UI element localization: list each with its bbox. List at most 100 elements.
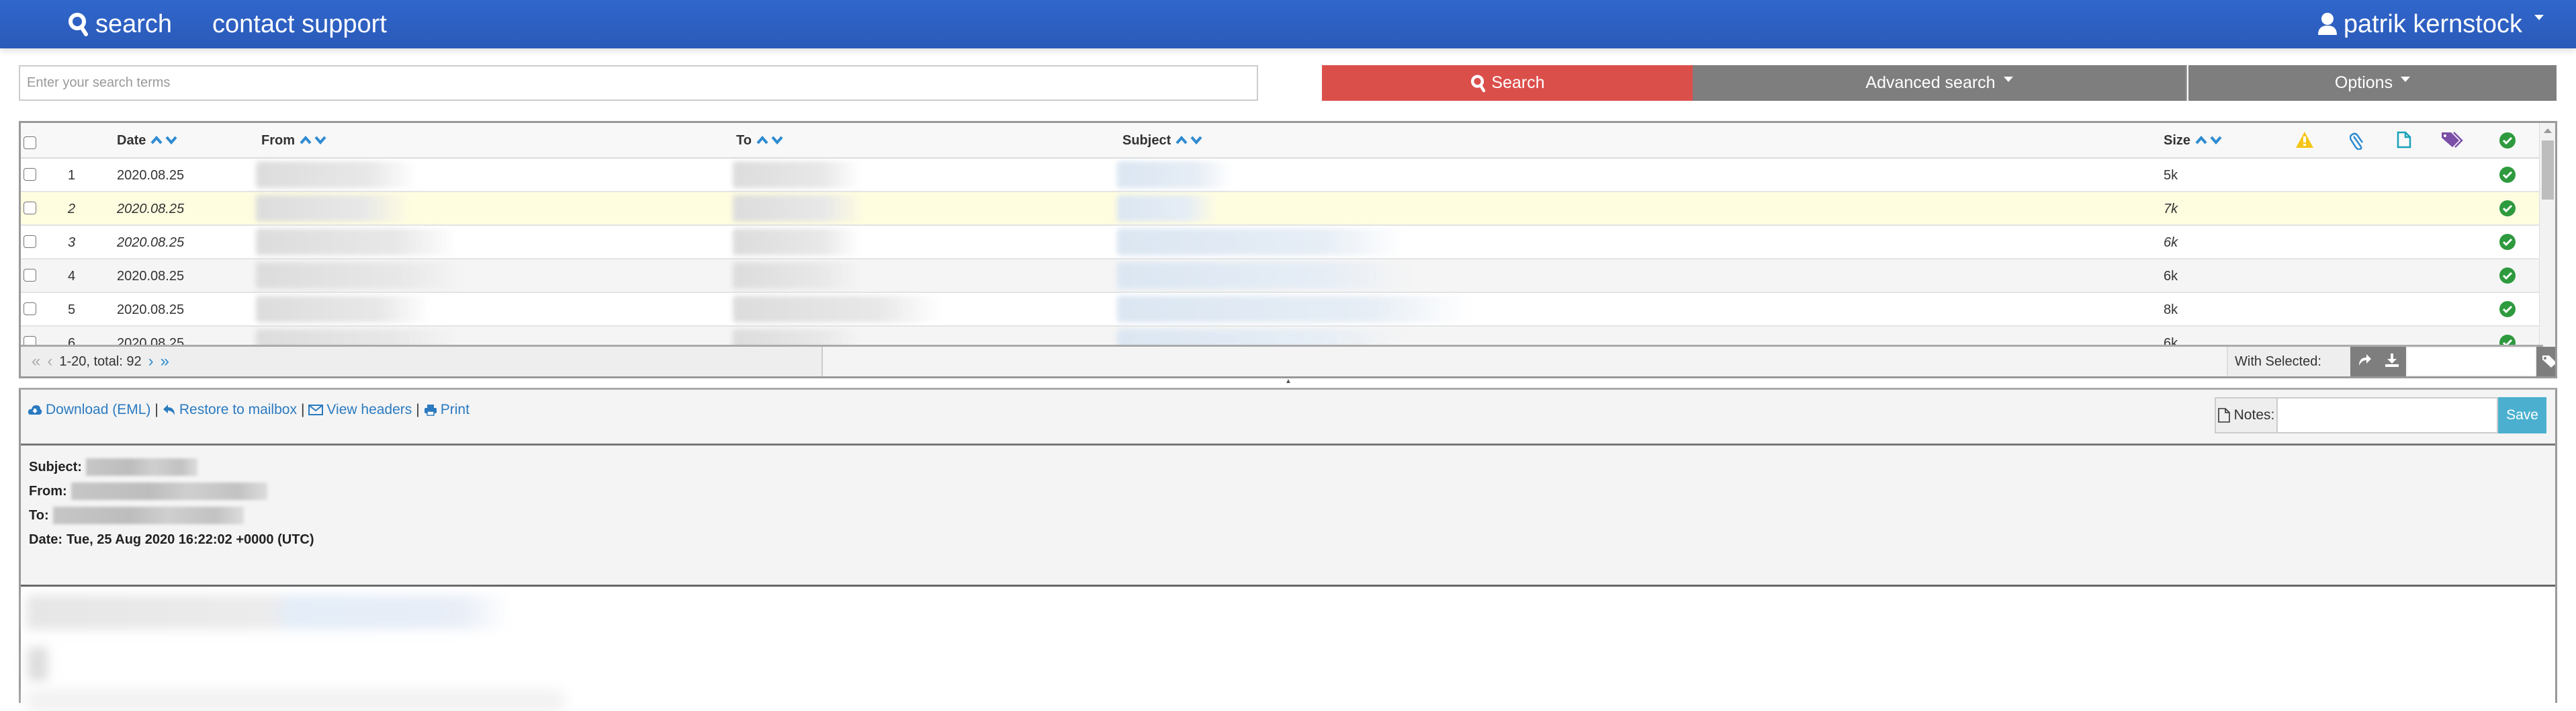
- verified-icon: [2499, 301, 2516, 317]
- row-from-redacted: [256, 262, 464, 289]
- column-date[interactable]: Date: [117, 133, 179, 149]
- message-actions: Download (EML) | Restore to mailbox | Vi…: [28, 402, 470, 418]
- nav-contact-support-link[interactable]: contact support: [212, 0, 387, 48]
- search-icon: [1471, 74, 1486, 92]
- pager-bar: « ‹ 1-20, total: 92 › » With Selected:: [21, 345, 2555, 376]
- row-date: 2020.08.25: [117, 302, 185, 317]
- verified-icon: [2499, 267, 2516, 284]
- row-to-redacted: [733, 228, 860, 255]
- row-to-redacted: [733, 296, 941, 323]
- next-page-icon[interactable]: ›: [148, 353, 154, 370]
- notes-input[interactable]: [2278, 397, 2498, 433]
- row-number: 5: [68, 302, 76, 317]
- row-checkbox[interactable]: [24, 302, 36, 315]
- verified-icon: [2499, 234, 2516, 250]
- message-row[interactable]: 1 2020.08.25 5k: [21, 159, 2543, 192]
- last-page-icon[interactable]: »: [161, 353, 169, 370]
- warning-icon: [2295, 131, 2314, 153]
- body-text-redacted: [26, 595, 510, 630]
- chevron-down-icon: [2003, 76, 2013, 82]
- column-date-label: Date: [117, 133, 146, 148]
- sort-arrows-icon[interactable]: [299, 133, 328, 149]
- body-text-redacted: [28, 647, 48, 681]
- scroll-thumb[interactable]: [2542, 140, 2554, 200]
- date-label: Date:: [29, 532, 63, 547]
- download-icon[interactable]: [2385, 353, 2399, 371]
- separator: |: [416, 402, 420, 417]
- column-from-label: From: [261, 133, 295, 148]
- advanced-search-button[interactable]: Advanced search: [1693, 65, 2187, 101]
- scroll-up-icon[interactable]: [2544, 128, 2552, 133]
- nav-search-link[interactable]: search: [67, 0, 172, 48]
- verified-icon: [2499, 167, 2516, 183]
- note-icon: [2217, 408, 2230, 423]
- sort-arrows-icon[interactable]: [1175, 133, 1204, 149]
- row-checkbox[interactable]: [24, 269, 36, 282]
- column-size[interactable]: Size: [2164, 133, 2224, 149]
- first-page-icon[interactable]: «: [32, 353, 40, 370]
- print-label: Print: [440, 402, 470, 417]
- row-number: 4: [68, 269, 76, 284]
- view-headers-link[interactable]: View headers: [308, 402, 412, 418]
- print-icon: [424, 405, 437, 416]
- column-to[interactable]: To: [736, 133, 785, 149]
- nav-search-label: search: [95, 9, 173, 38]
- message-headers: Subject: From: To: Date: Tue, 25 Aug 202…: [21, 444, 2555, 585]
- search-button[interactable]: Search: [1322, 65, 1693, 101]
- row-checkbox[interactable]: [24, 235, 36, 248]
- message-row[interactable]: 5 2020.08.25 8k: [21, 293, 2543, 327]
- bulk-tag-input[interactable]: [2407, 348, 2535, 375]
- row-size: 6k: [2164, 235, 2178, 250]
- user-menu[interactable]: patrik kernstock: [2317, 0, 2544, 48]
- user-icon: [2317, 13, 2337, 35]
- options-button[interactable]: Options: [2188, 65, 2557, 101]
- header-date: Date: Tue, 25 Aug 2020 16:22:02 +0000 (U…: [29, 528, 2547, 552]
- restore-to-mailbox-link[interactable]: Restore to mailbox: [163, 402, 297, 418]
- apply-tag-button[interactable]: [2536, 347, 2555, 376]
- row-from-redacted: [256, 195, 410, 222]
- search-input[interactable]: [19, 65, 1258, 101]
- chevron-down-icon: [2534, 15, 2544, 20]
- message-row[interactable]: 2 2020.08.25 7k: [21, 192, 2543, 226]
- column-subject-label: Subject: [1122, 133, 1171, 148]
- row-size: 7k: [2164, 202, 2178, 216]
- row-checkbox[interactable]: [24, 202, 36, 214]
- sort-arrows-icon[interactable]: [150, 133, 179, 149]
- sort-arrows-icon[interactable]: [2194, 133, 2224, 149]
- row-checkbox[interactable]: [24, 168, 36, 181]
- verified-icon: [2499, 132, 2516, 153]
- row-subject-link-redacted[interactable]: [1117, 161, 1231, 188]
- nav-contact-label: contact support: [212, 9, 387, 38]
- row-from-redacted: [256, 161, 417, 188]
- options-label: Options: [2334, 73, 2393, 92]
- download-eml-link[interactable]: Download (EML): [28, 402, 150, 418]
- row-subject-link-redacted[interactable]: [1117, 195, 1218, 222]
- select-all-checkbox[interactable]: [24, 136, 36, 149]
- top-navbar: search contact support patrik kernstock: [0, 0, 2576, 48]
- row-subject-link-redacted[interactable]: [1117, 228, 1406, 255]
- print-link[interactable]: Print: [424, 402, 470, 418]
- chevron-down-icon: [2401, 76, 2411, 82]
- column-subject[interactable]: Subject: [1122, 133, 1204, 149]
- message-row[interactable]: 3 2020.08.25 6k: [21, 226, 2543, 259]
- resize-handle[interactable]: ▲: [1285, 378, 1292, 385]
- notes-form: Notes: Save: [2215, 397, 2546, 433]
- row-to-redacted: [733, 262, 860, 289]
- message-grid: Date From To Subject Size 1 2020.08.25 5k 2…: [19, 121, 2557, 378]
- row-subject-link-redacted[interactable]: [1117, 262, 1413, 289]
- message-preview: Download (EML) | Restore to mailbox | Vi…: [19, 388, 2557, 711]
- prev-page-icon[interactable]: ‹: [47, 353, 52, 370]
- row-subject-link-redacted[interactable]: [1117, 296, 1473, 323]
- header-subject: Subject:: [29, 455, 2547, 479]
- sort-arrows-icon[interactable]: [756, 133, 785, 149]
- row-size: 8k: [2164, 302, 2178, 317]
- grid-scrollbar[interactable]: [2539, 123, 2555, 376]
- message-row[interactable]: 4 2020.08.25 6k: [21, 259, 2543, 293]
- separator: |: [300, 402, 305, 417]
- advanced-search-label: Advanced search: [1865, 73, 1996, 92]
- forward-icon[interactable]: [2357, 353, 2372, 370]
- body-text-redacted: [26, 691, 564, 711]
- save-notes-button[interactable]: Save: [2498, 397, 2546, 433]
- column-from[interactable]: From: [261, 133, 328, 149]
- search-icon: [69, 13, 88, 36]
